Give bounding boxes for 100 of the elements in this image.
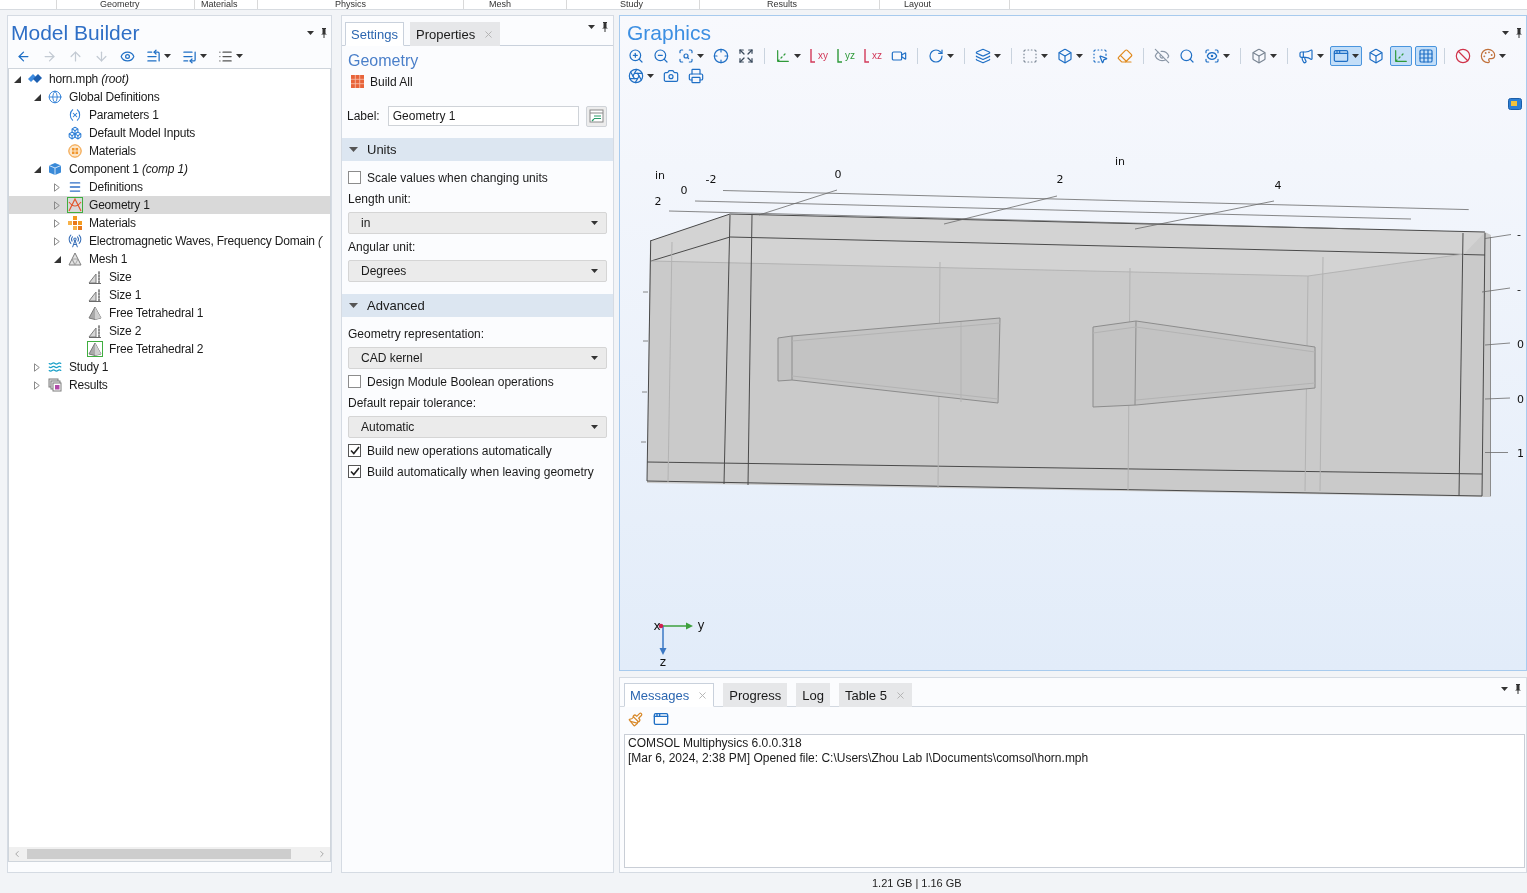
caret-icon <box>1041 54 1048 58</box>
build-all-button[interactable]: Build All <box>349 73 415 90</box>
tree-item[interactable]: Default Model Inputs <box>9 124 330 142</box>
pin-icon[interactable] <box>1515 683 1521 694</box>
label-options-button[interactable] <box>586 105 607 127</box>
tree-item[interactable]: Free Tetrahedral 1 <box>9 304 330 322</box>
tree-item[interactable]: Geometry 1 <box>9 196 330 214</box>
message-line: COMSOL Multiphysics 6.0.0.318 <box>628 736 802 750</box>
dropdown[interactable]: Automatic <box>348 416 607 438</box>
ban-icon <box>1455 48 1471 64</box>
tree-item[interactable]: Size 2 <box>9 322 330 340</box>
axis-label: 0 <box>680 184 688 197</box>
axis-label: 0 <box>834 168 842 181</box>
pin-icon[interactable] <box>1516 27 1522 38</box>
axis-label: -2 <box>705 173 717 186</box>
field-label: Angular unit: <box>348 240 416 254</box>
video-camera-icon <box>891 48 907 64</box>
caret-icon[interactable] <box>349 145 358 154</box>
rotate-icon <box>928 48 944 64</box>
axis-label: - <box>1517 228 1521 241</box>
pin-icon[interactable] <box>602 22 608 32</box>
tree-item[interactable]: Global Definitions <box>9 88 330 106</box>
horizontal-scrollbar[interactable] <box>9 847 330 861</box>
checkbox[interactable] <box>348 444 361 457</box>
box-icon <box>1057 48 1073 64</box>
label-field[interactable]: Geometry 1 <box>387 106 580 126</box>
caret-icon[interactable] <box>33 165 41 173</box>
grid-button[interactable] <box>1415 46 1437 66</box>
scan-eye-icon <box>1204 48 1220 64</box>
window-button[interactable] <box>1330 46 1362 66</box>
palette-icon <box>1480 48 1496 64</box>
axis-button[interactable] <box>1390 46 1412 66</box>
ribbon-group-label: Mesh <box>489 0 511 9</box>
select-pointer-icon <box>1092 48 1108 64</box>
tree-item[interactable]: Materials <box>9 214 330 232</box>
ribbon-group-label: Materials <box>201 0 238 9</box>
axis-icon <box>1393 48 1409 64</box>
checkbox-label: Design Module Boolean operations <box>367 374 554 389</box>
checkbox[interactable] <box>348 465 361 478</box>
checkbox-label: Build new operations automatically <box>367 443 552 458</box>
checkbox[interactable] <box>348 171 361 184</box>
tree-item[interactable]: Size 1 <box>9 286 330 304</box>
arrow-right-icon <box>42 48 57 64</box>
arrow-down-icon <box>94 48 109 64</box>
camera-icon <box>663 68 679 84</box>
tab[interactable]: Properties <box>410 22 501 46</box>
memory-status: 1.21 GB | 1.16 GB <box>872 876 962 890</box>
cube-icon <box>1251 48 1267 64</box>
caret-icon[interactable] <box>33 93 41 101</box>
tab[interactable]: Messages <box>624 683 715 707</box>
tab[interactable]: Progress <box>723 683 788 707</box>
axis-icon <box>775 48 791 64</box>
panel-title: Model Builder <box>11 20 140 45</box>
plane-xz-button[interactable]: xz <box>861 46 885 66</box>
axis-label: - <box>1517 283 1521 296</box>
caret-icon[interactable] <box>13 75 21 83</box>
dropdown[interactable]: CAD kernel <box>348 347 607 369</box>
tree-item[interactable]: horn.mph (root) <box>9 70 330 88</box>
checkbox[interactable] <box>348 375 361 388</box>
expand-icon <box>738 48 754 64</box>
window-icon <box>653 711 669 727</box>
caret-icon[interactable] <box>53 255 61 263</box>
plane-xy-button[interactable]: xy <box>807 46 831 66</box>
tree-item[interactable]: Component 1 (comp 1) <box>9 160 330 178</box>
caret-icon <box>588 25 595 29</box>
tree-item[interactable]: Electromagnetic Waves, Frequency Domain ( <box>9 232 330 250</box>
message-line: [Mar 6, 2024, 2:38 PM] Opened file: C:\Users\Zhou Lab I\Documents\comsol\horn.mph <box>628 751 1089 765</box>
tree-item[interactable]: Size <box>9 268 330 286</box>
scrollbar-thumb[interactable] <box>27 849 291 859</box>
settings-title: Geometry <box>348 52 419 69</box>
caret-icon[interactable] <box>349 301 358 310</box>
brush-icon <box>628 711 643 727</box>
ribbon-group-label: Layout <box>904 0 932 9</box>
caret-icon <box>1502 30 1509 35</box>
tree-item[interactable]: Results <box>9 376 330 394</box>
caret-icon <box>794 54 801 58</box>
dropdown[interactable]: Degrees <box>348 260 607 282</box>
dropdown[interactable]: in <box>348 212 607 234</box>
tab[interactable]: Settings <box>345 22 404 46</box>
axis-label: 1 <box>1517 447 1524 460</box>
tree-item[interactable]: Mesh 1 <box>9 250 330 268</box>
axis-label: 4 <box>1274 179 1282 192</box>
checkbox-label: Build automatically when leaving geometry <box>367 464 594 479</box>
tree-item[interactable]: Materials <box>9 142 330 160</box>
tree-item[interactable]: Study 1 <box>9 358 330 376</box>
checkbox-label: Scale values when changing units <box>367 170 548 185</box>
ribbon-group-label: Results <box>767 0 797 9</box>
section-header[interactable]: Advanced <box>342 294 613 317</box>
display-icon[interactable] <box>1508 98 1522 110</box>
tree-item[interactable]: Parameters 1 <box>9 106 330 124</box>
pin-icon[interactable] <box>321 27 327 38</box>
grid-icon <box>351 75 364 88</box>
plane-yz-button[interactable]: yz <box>834 46 858 66</box>
cube-icon <box>1368 48 1384 64</box>
tree-item[interactable]: Definitions <box>9 178 330 196</box>
tree-item[interactable]: Free Tetrahedral 2 <box>9 340 330 358</box>
section-header[interactable]: Units <box>342 138 613 161</box>
tab[interactable]: Table 5 <box>839 683 912 707</box>
tab[interactable]: Log <box>796 683 830 707</box>
caret-icon <box>1270 54 1277 58</box>
